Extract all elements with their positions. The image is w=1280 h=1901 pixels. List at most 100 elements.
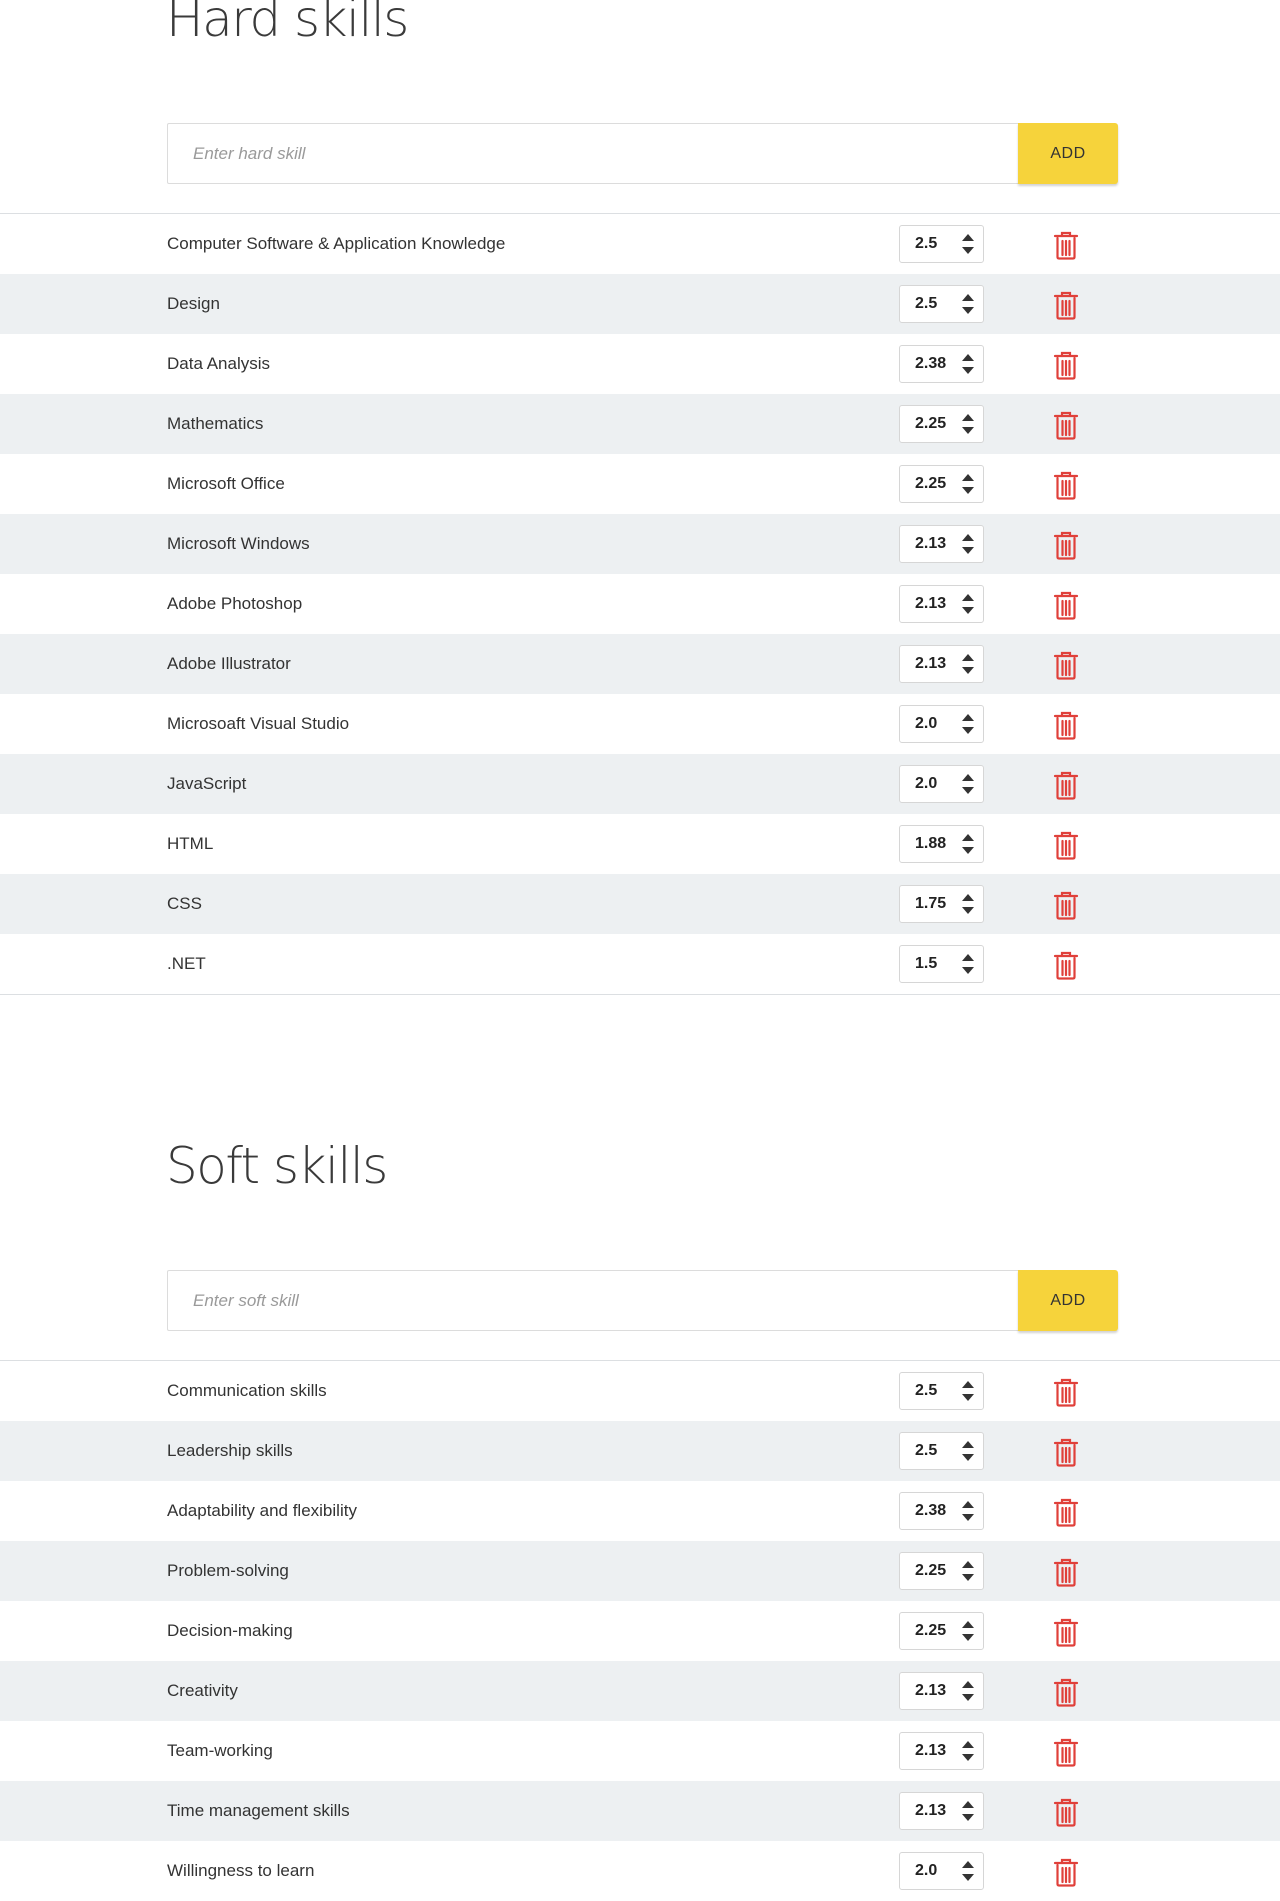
- trash-icon[interactable]: [1052, 410, 1080, 440]
- trash-icon[interactable]: [1052, 230, 1080, 260]
- caret-down-icon[interactable]: [960, 1872, 976, 1884]
- caret-up-icon[interactable]: [960, 351, 976, 363]
- caret-down-icon[interactable]: [960, 1452, 976, 1464]
- score-stepper[interactable]: 2.25: [899, 1612, 984, 1650]
- score-value[interactable]: 2.13: [915, 526, 946, 562]
- score-stepper[interactable]: 2.38: [899, 345, 984, 383]
- score-stepper[interactable]: 2.13: [899, 1732, 984, 1770]
- caret-down-icon[interactable]: [960, 785, 976, 797]
- score-stepper[interactable]: 2.5: [899, 285, 984, 323]
- caret-down-icon[interactable]: [960, 1812, 976, 1824]
- caret-down-icon[interactable]: [960, 665, 976, 677]
- score-value[interactable]: 1.88: [915, 826, 946, 862]
- trash-icon[interactable]: [1052, 770, 1080, 800]
- score-stepper[interactable]: 2.13: [899, 645, 984, 683]
- trash-icon[interactable]: [1052, 290, 1080, 320]
- caret-up-icon[interactable]: [960, 1558, 976, 1570]
- trash-icon[interactable]: [1052, 1377, 1080, 1407]
- score-value[interactable]: 2.38: [915, 1493, 946, 1529]
- score-value[interactable]: 2.13: [915, 1793, 946, 1829]
- add-hard-skill-button[interactable]: ADD: [1018, 123, 1118, 184]
- score-stepper[interactable]: 2.25: [899, 405, 984, 443]
- trash-icon[interactable]: [1052, 950, 1080, 980]
- score-value[interactable]: 2.25: [915, 1553, 946, 1589]
- caret-down-icon[interactable]: [960, 485, 976, 497]
- score-value[interactable]: 2.13: [915, 1733, 946, 1769]
- score-stepper[interactable]: 2.13: [899, 525, 984, 563]
- score-stepper[interactable]: 2.0: [899, 1852, 984, 1890]
- score-stepper[interactable]: 2.0: [899, 765, 984, 803]
- caret-up-icon[interactable]: [960, 471, 976, 483]
- caret-down-icon[interactable]: [960, 425, 976, 437]
- caret-down-icon[interactable]: [960, 1692, 976, 1704]
- trash-icon[interactable]: [1052, 1797, 1080, 1827]
- score-value[interactable]: 2.5: [915, 226, 937, 262]
- score-value[interactable]: 2.0: [915, 706, 937, 742]
- score-stepper[interactable]: 2.5: [899, 1372, 984, 1410]
- trash-icon[interactable]: [1052, 1497, 1080, 1527]
- score-value[interactable]: 2.13: [915, 1673, 946, 1709]
- trash-icon[interactable]: [1052, 590, 1080, 620]
- trash-icon[interactable]: [1052, 1737, 1080, 1767]
- score-stepper[interactable]: 2.0: [899, 705, 984, 743]
- caret-down-icon[interactable]: [960, 365, 976, 377]
- caret-down-icon[interactable]: [960, 1632, 976, 1644]
- caret-up-icon[interactable]: [960, 1378, 976, 1390]
- caret-up-icon[interactable]: [960, 231, 976, 243]
- score-value[interactable]: 2.5: [915, 1433, 937, 1469]
- caret-up-icon[interactable]: [960, 1678, 976, 1690]
- score-stepper[interactable]: 2.13: [899, 1792, 984, 1830]
- caret-up-icon[interactable]: [960, 1438, 976, 1450]
- caret-down-icon[interactable]: [960, 1752, 976, 1764]
- score-value[interactable]: 2.25: [915, 1613, 946, 1649]
- trash-icon[interactable]: [1052, 830, 1080, 860]
- score-value[interactable]: 2.25: [915, 466, 946, 502]
- caret-down-icon[interactable]: [960, 725, 976, 737]
- score-stepper[interactable]: 2.13: [899, 1672, 984, 1710]
- score-value[interactable]: 2.5: [915, 286, 937, 322]
- caret-up-icon[interactable]: [960, 951, 976, 963]
- caret-up-icon[interactable]: [960, 891, 976, 903]
- caret-up-icon[interactable]: [960, 711, 976, 723]
- caret-down-icon[interactable]: [960, 845, 976, 857]
- trash-icon[interactable]: [1052, 1557, 1080, 1587]
- trash-icon[interactable]: [1052, 650, 1080, 680]
- caret-up-icon[interactable]: [960, 291, 976, 303]
- caret-down-icon[interactable]: [960, 1392, 976, 1404]
- caret-down-icon[interactable]: [960, 245, 976, 257]
- caret-up-icon[interactable]: [960, 1858, 976, 1870]
- caret-up-icon[interactable]: [960, 1498, 976, 1510]
- score-stepper[interactable]: 2.5: [899, 1432, 984, 1470]
- trash-icon[interactable]: [1052, 710, 1080, 740]
- score-value[interactable]: 2.13: [915, 646, 946, 682]
- caret-down-icon[interactable]: [960, 305, 976, 317]
- caret-down-icon[interactable]: [960, 965, 976, 977]
- score-stepper[interactable]: 2.13: [899, 585, 984, 623]
- trash-icon[interactable]: [1052, 530, 1080, 560]
- score-stepper[interactable]: 2.5: [899, 225, 984, 263]
- trash-icon[interactable]: [1052, 1677, 1080, 1707]
- trash-icon[interactable]: [1052, 1437, 1080, 1467]
- caret-up-icon[interactable]: [960, 771, 976, 783]
- caret-up-icon[interactable]: [960, 531, 976, 543]
- trash-icon[interactable]: [1052, 350, 1080, 380]
- score-value[interactable]: 2.38: [915, 346, 946, 382]
- score-value[interactable]: 2.5: [915, 1373, 937, 1409]
- score-value[interactable]: 1.5: [915, 946, 937, 982]
- trash-icon[interactable]: [1052, 890, 1080, 920]
- score-value[interactable]: 2.0: [915, 766, 937, 802]
- trash-icon[interactable]: [1052, 470, 1080, 500]
- caret-down-icon[interactable]: [960, 545, 976, 557]
- caret-down-icon[interactable]: [960, 1512, 976, 1524]
- caret-up-icon[interactable]: [960, 1618, 976, 1630]
- score-value[interactable]: 2.0: [915, 1853, 937, 1889]
- score-value[interactable]: 1.75: [915, 886, 946, 922]
- score-stepper[interactable]: 1.75: [899, 885, 984, 923]
- score-value[interactable]: 2.25: [915, 406, 946, 442]
- caret-up-icon[interactable]: [960, 411, 976, 423]
- add-soft-skill-button[interactable]: ADD: [1018, 1270, 1118, 1331]
- score-value[interactable]: 2.13: [915, 586, 946, 622]
- soft-skill-input[interactable]: [167, 1270, 1018, 1331]
- caret-up-icon[interactable]: [960, 1738, 976, 1750]
- hard-skill-input[interactable]: [167, 123, 1018, 184]
